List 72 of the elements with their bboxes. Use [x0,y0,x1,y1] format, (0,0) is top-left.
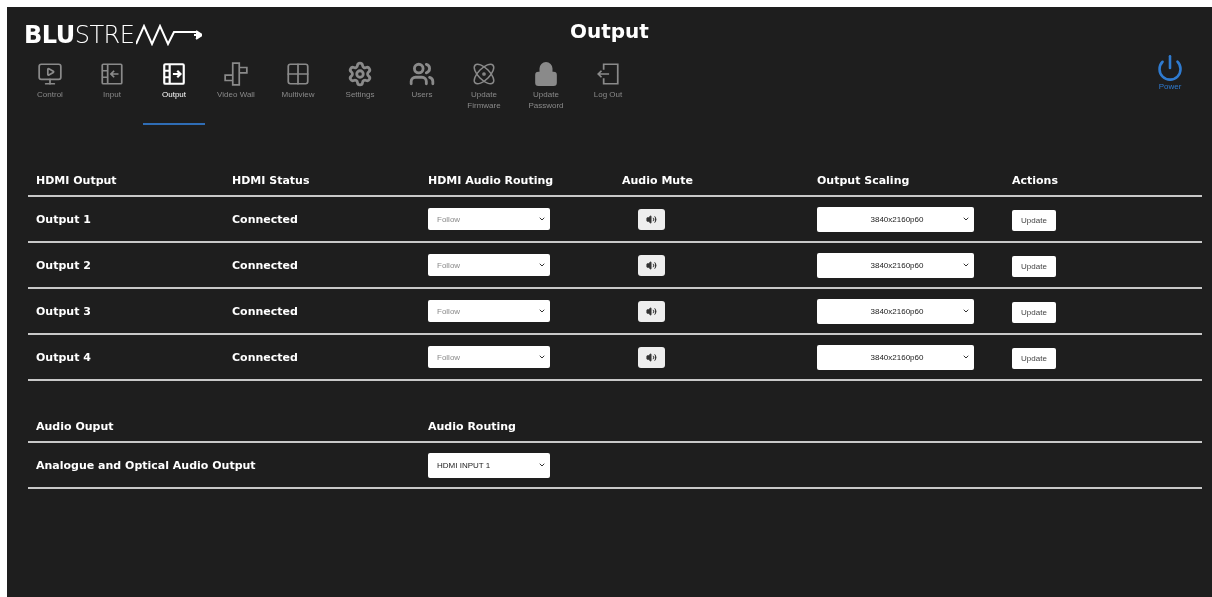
column-header: Actions [1012,173,1059,187]
lock-icon [533,61,559,87]
settings-icon [347,61,373,87]
panel-arrow-left-icon [99,61,125,87]
caret-icon [538,461,546,469]
audio-routing-select[interactable]: Follow [428,300,550,322]
status-text: Connected [232,212,299,226]
column-header: Output Scaling [817,173,911,187]
wave-arrow-logo-icon [136,24,203,46]
caret-icon [538,215,546,223]
scaling-select[interactable]: 3840x2160p60 [817,206,974,232]
update-button[interactable]: Update [1012,209,1056,231]
nav-tab[interactable]: Video Wall [205,61,267,106]
caret-icon [538,353,546,361]
mute-button[interactable] [638,254,665,276]
power-icon [1156,54,1184,82]
nav-tab[interactable]: Update Password [515,61,577,117]
audio-routing-select[interactable]: Follow [428,254,550,276]
grid-icon [285,61,311,87]
nav-tab[interactable]: Log Out [577,61,639,106]
nav-tab[interactable]: Settings [329,61,391,106]
scaling-select[interactable]: 3840x2160p60 [817,344,974,370]
caret-icon [962,307,970,315]
speaker-icon [646,213,657,225]
column-header: HDMI Audio Routing [428,173,555,187]
output-name: Output 4 [36,350,92,364]
atom-icon [471,61,497,87]
update-button[interactable]: Update [1012,301,1056,323]
nav-tab[interactable]: Output [143,61,205,125]
audio-output-name: Analogue and Optical Audio Output [36,458,257,472]
audio-routing-select[interactable]: Follow [428,208,550,230]
nav-tab[interactable]: Update Firmware [453,61,515,117]
status-text: Connected [232,350,299,364]
logo-text: BLUSTRE [24,21,135,49]
power-button[interactable]: Power [1150,53,1190,92]
update-button[interactable]: Update [1012,255,1056,277]
tiles-icon [223,61,249,87]
users-icon [409,61,435,87]
nav-tab[interactable]: Users [391,61,453,106]
output-name: Output 3 [36,304,92,318]
scaling-select[interactable]: 3840x2160p60 [817,252,974,278]
mute-button[interactable] [638,208,665,230]
panel-arrow-right-icon [161,61,187,87]
speaker-icon [646,305,657,317]
speaker-icon [646,259,657,271]
column-header: HDMI Status [232,173,311,187]
column-header: HDMI Output [36,173,118,187]
nav-tab[interactable]: Control [19,61,81,106]
caret-icon [962,353,970,361]
caret-icon [538,261,546,269]
status-text: Connected [232,304,299,318]
output-name: Output 2 [36,258,92,272]
output-name: Output 1 [36,212,92,226]
audio-routing-select[interactable]: Follow [428,346,550,368]
update-button[interactable]: Update [1012,347,1056,369]
audio-routing-select[interactable]: HDMI INPUT 1 [428,452,550,478]
caret-icon [962,261,970,269]
column-header: Audio Mute [622,173,694,187]
nav-tab[interactable]: Input [81,61,143,106]
column-header: Audio Ouput [36,419,115,433]
column-header: Audio Routing [428,419,517,433]
scaling-select[interactable]: 3840x2160p60 [817,298,974,324]
speaker-icon [646,351,657,363]
caret-icon [962,215,970,223]
status-text: Connected [232,258,299,272]
door-arrow-icon [595,61,621,87]
page-title: Output [570,19,649,43]
caret-icon [538,307,546,315]
nav-tab[interactable]: Multiview [267,61,329,106]
monitor-play-icon [37,61,63,87]
mute-button[interactable] [638,300,665,322]
mute-button[interactable] [638,346,665,368]
